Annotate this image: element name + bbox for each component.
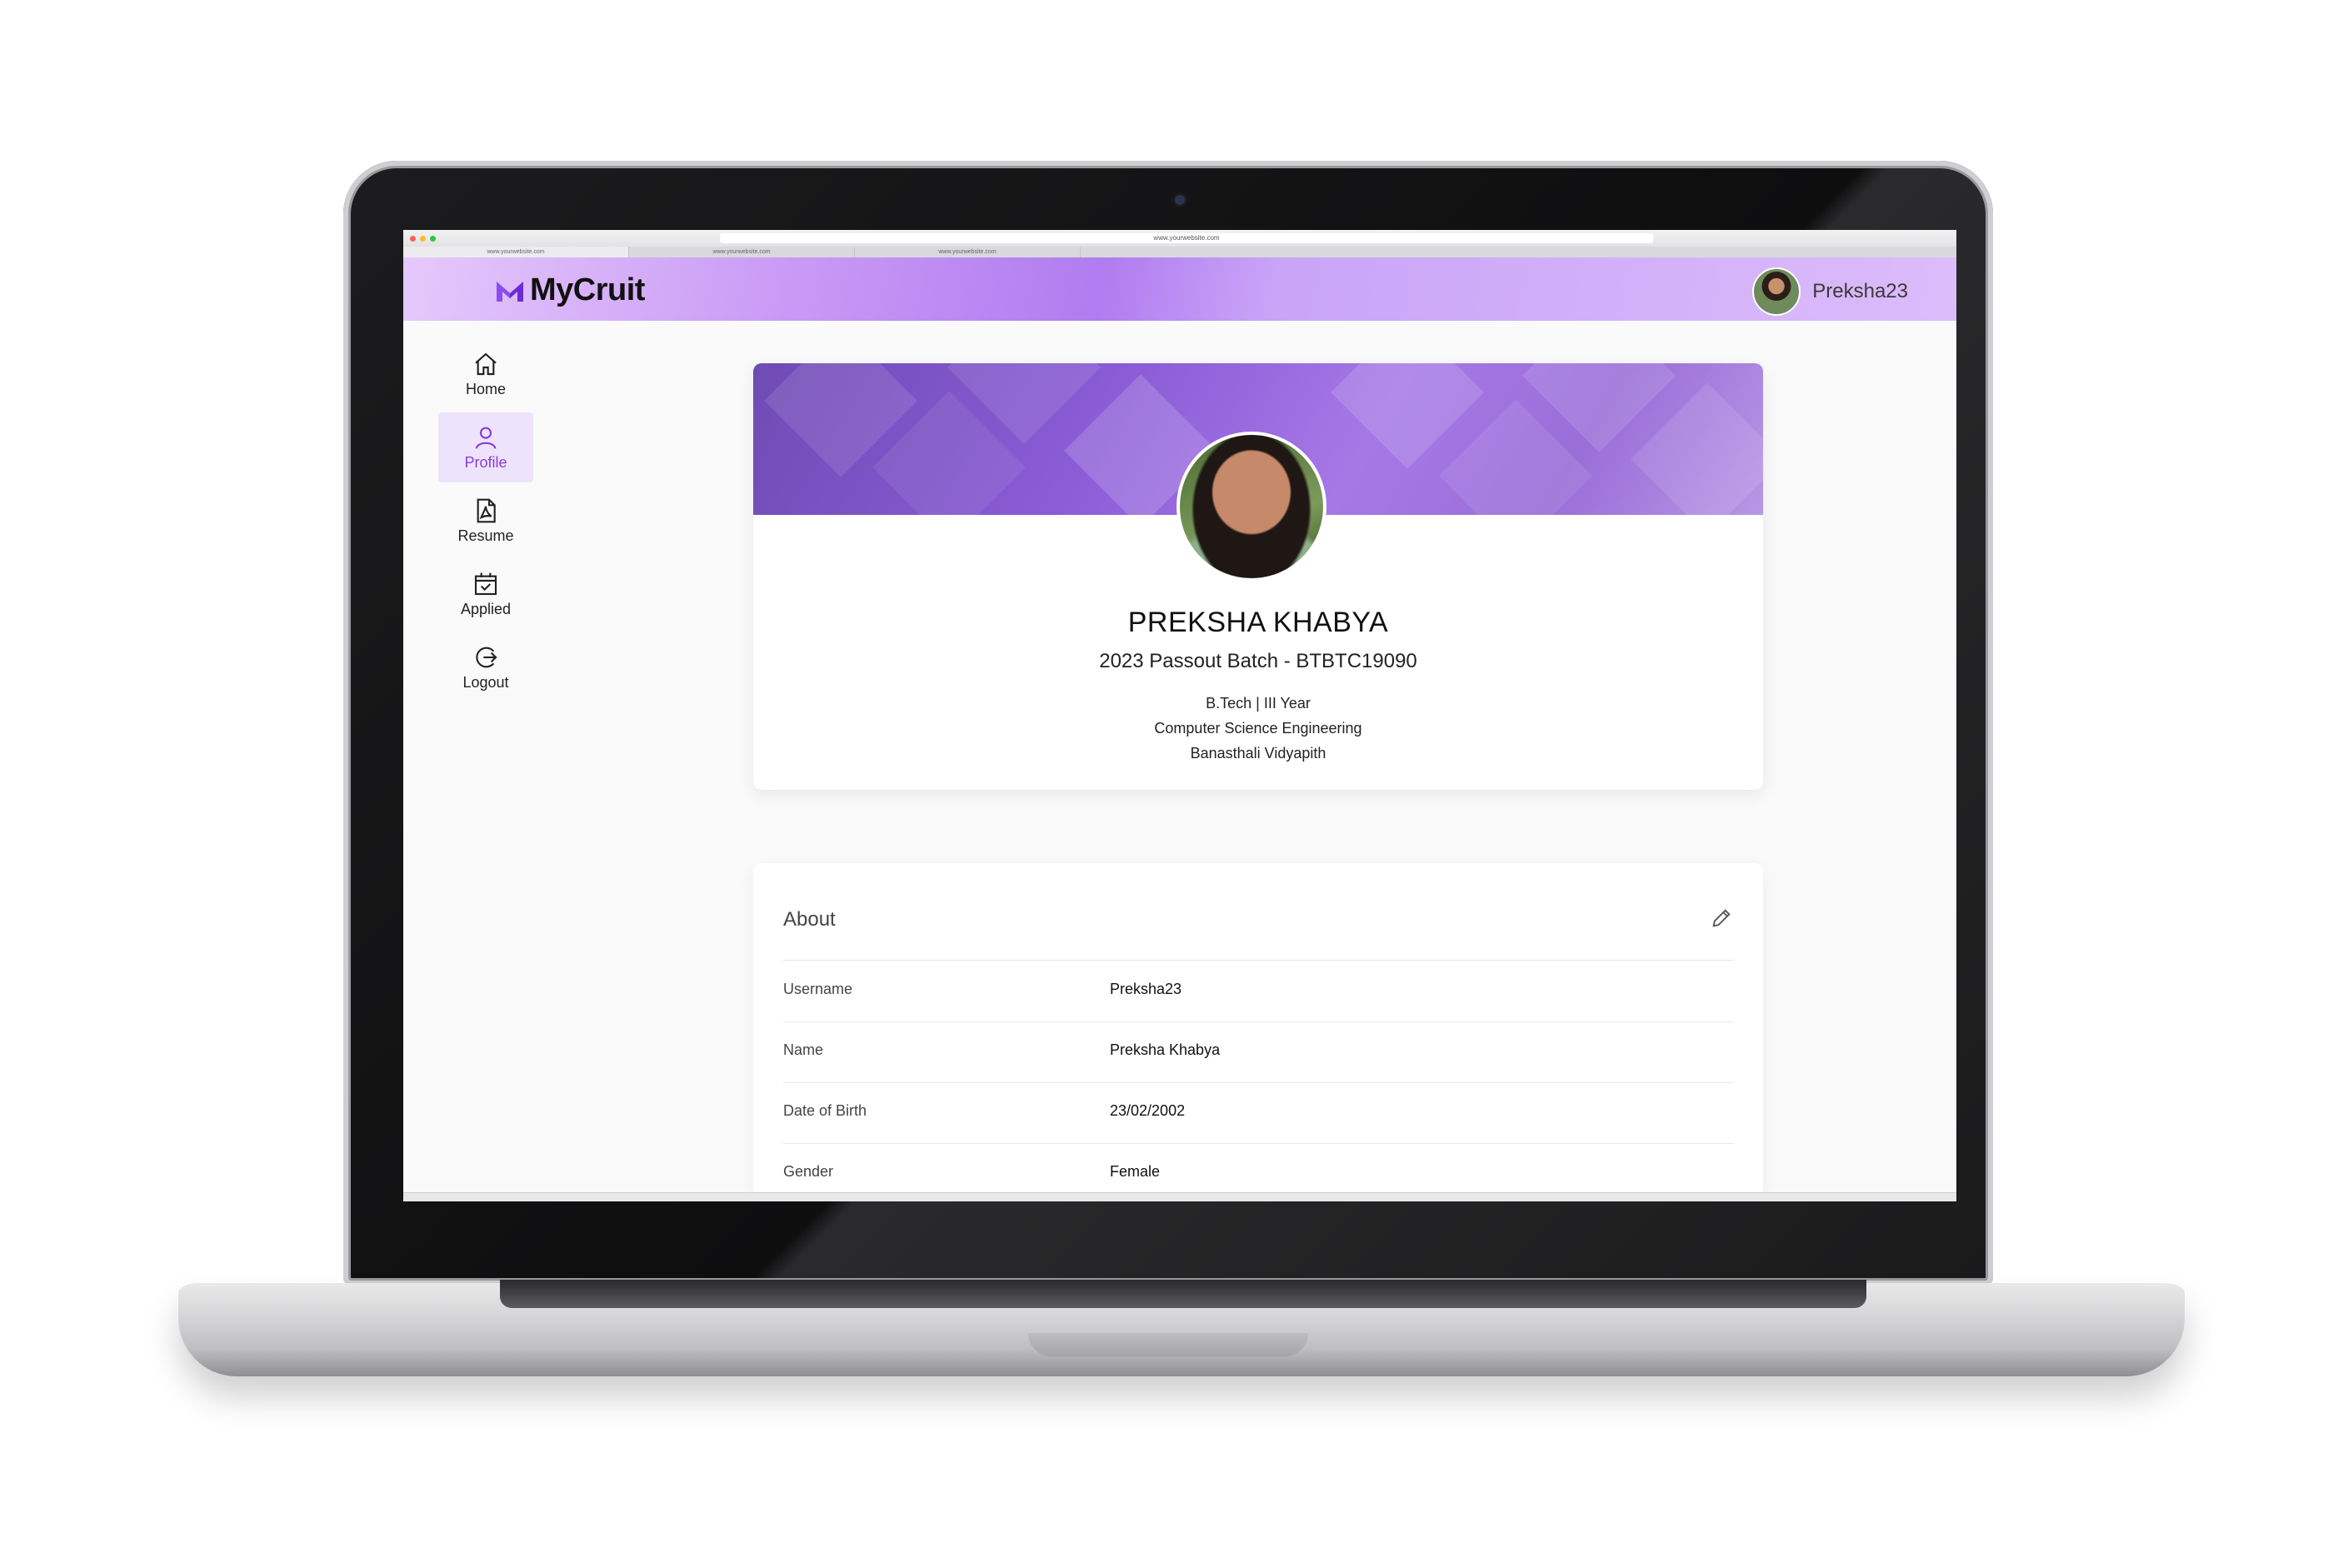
sidebar-item-label: Logout: [462, 673, 509, 691]
sidebar-item-label: Applied: [460, 600, 512, 617]
field-value: Preksha Khabya: [1110, 1041, 1221, 1058]
about-row-username: Username Preksha23: [783, 961, 1733, 1022]
minimize-window-button[interactable]: [420, 235, 426, 242]
keyboard-edge: [500, 1280, 1866, 1308]
about-row-name: Name Preksha Khabya: [783, 1021, 1733, 1083]
profile-card: PREKSHA KHABYA 2023 Passout Batch - BTBT…: [753, 363, 1763, 790]
webcam: [1175, 195, 1185, 205]
screen-bottom-edge: [403, 1192, 1956, 1201]
sidebar-item-logout[interactable]: Logout: [438, 632, 533, 702]
sidebar-item-label: Home: [465, 380, 506, 397]
mycruit-logo-icon: [497, 281, 523, 302]
browser-tabs: www.yourwebsite.com www.yourwebsite.com …: [403, 247, 1956, 257]
profile-photo: [1176, 432, 1326, 582]
field-label: Date of Birth: [783, 1102, 867, 1119]
about-title: About: [783, 908, 836, 931]
sidebar-item-resume[interactable]: Resume: [438, 486, 533, 556]
header-username: Preksha23: [1812, 280, 1908, 302]
field-value: Female: [1110, 1163, 1161, 1180]
close-window-button[interactable]: [410, 235, 416, 242]
browser-tab[interactable]: www.yourwebsite.com: [629, 247, 855, 257]
about-row-dob: Date of Birth 23/02/2002: [783, 1082, 1733, 1144]
home-icon: [475, 352, 497, 375]
brand-name: MyCruit: [530, 272, 645, 307]
edit-pencil-icon[interactable]: [1710, 906, 1733, 930]
sidebar-item-home[interactable]: Home: [438, 339, 533, 409]
field-value: Preksha23: [1110, 981, 1182, 997]
laptop-screen: www.yourwebsite.com www.yourwebsite.com …: [403, 230, 1956, 1201]
sidebar-item-profile[interactable]: Profile: [438, 412, 533, 482]
browser-toolbar: www.yourwebsite.com: [403, 230, 1956, 247]
user-menu[interactable]: Preksha23: [1752, 267, 1908, 316]
profile-name: PREKSHA KHABYA: [1127, 607, 1389, 638]
profile-college: Banasthali Vidyapith: [1190, 745, 1326, 762]
maximize-window-button[interactable]: [430, 235, 436, 242]
brand-logo[interactable]: MyCruit: [495, 272, 645, 308]
field-value: 23/02/2002: [1110, 1102, 1186, 1119]
sidebar-item-label: Profile: [464, 453, 507, 471]
window-controls: [410, 235, 436, 242]
pdf-file-icon: [477, 498, 496, 522]
logout-icon: [476, 647, 497, 667]
profile-course: B.Tech | III Year: [1206, 695, 1311, 712]
sidebar-item-applied[interactable]: Applied: [438, 559, 533, 629]
profile-batch: 2023 Passout Batch - BTBTC19090: [1099, 650, 1417, 672]
app-header: MyCruit Preksha23: [403, 257, 1956, 321]
browser-tab[interactable]: www.yourwebsite.com: [403, 247, 629, 257]
field-label: Gender: [783, 1163, 834, 1180]
profile-branch: Computer Science Engineering: [1154, 720, 1362, 737]
trackpad-notch: [1028, 1333, 1308, 1356]
about-card: About Username Preksha23 Name Preksha Kh…: [753, 863, 1763, 1201]
field-label: Username: [783, 981, 853, 997]
calendar-check-icon: [474, 572, 497, 595]
browser-tab[interactable]: www.yourwebsite.com: [855, 247, 1081, 257]
avatar: [1752, 267, 1801, 316]
field-label: Name: [783, 1041, 824, 1058]
user-icon: [475, 427, 497, 449]
sidebar: Home Profile Resume Applied Logout: [403, 321, 570, 1201]
sidebar-item-label: Resume: [457, 527, 514, 544]
address-bar[interactable]: www.yourwebsite.com: [720, 233, 1653, 243]
